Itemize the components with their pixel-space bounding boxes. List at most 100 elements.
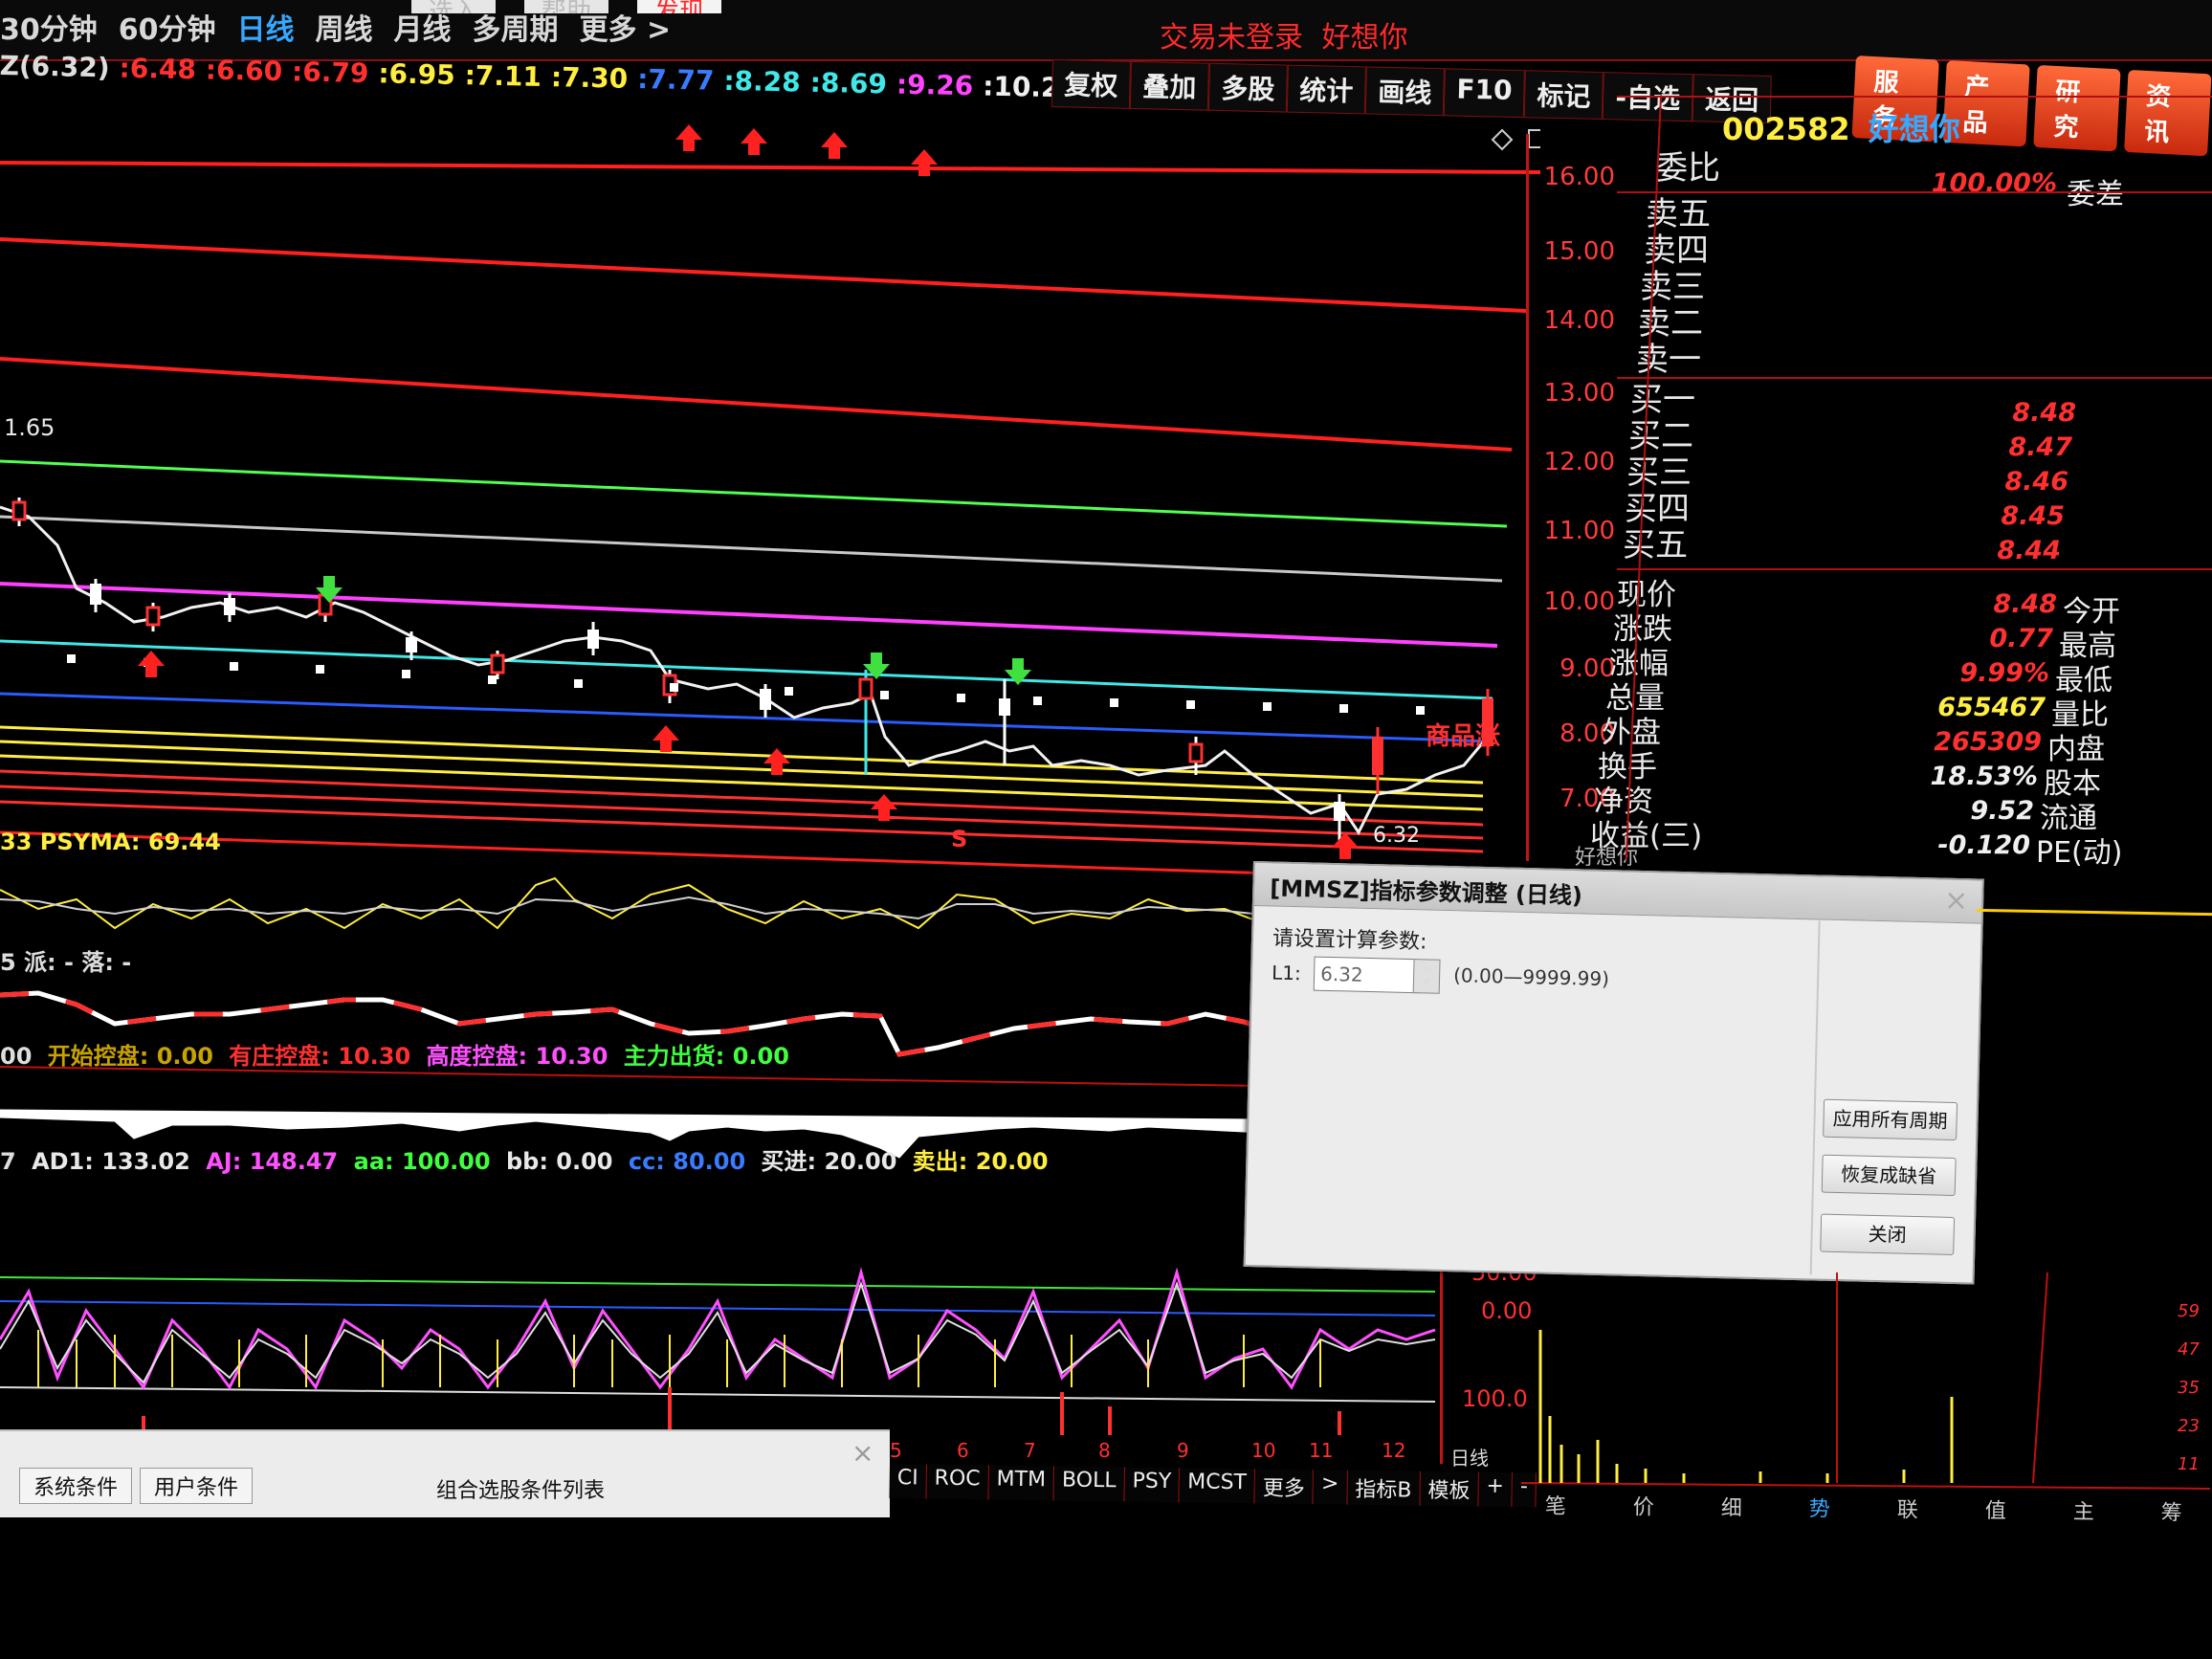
tick-volume-chart (1521, 1272, 2210, 1490)
tab-monthly[interactable]: 月线 (394, 6, 452, 48)
date-tick: 10 (1251, 1439, 1276, 1462)
restore-defaults-button[interactable]: 恢复成缺省 (1821, 1154, 1957, 1197)
aj-label: AJ: 148.47 (206, 1148, 339, 1175)
signal-arrows (138, 124, 1359, 859)
right-edge-scale: 59 47 35 23 11 (2178, 1301, 2212, 1493)
date-tick: 7 (1024, 1439, 1036, 1462)
apply-all-periods-button[interactable]: 应用所有周期 (1823, 1098, 1958, 1141)
tab-weekly[interactable]: 周线 (316, 6, 373, 48)
indicator-tab[interactable]: > (1313, 1470, 1348, 1505)
level-line (0, 459, 1508, 528)
buy5-label: 买五 (1623, 526, 1688, 564)
toolbar-fuquan[interactable]: 复权 (1051, 59, 1131, 109)
stat-value: -0.120 (1937, 830, 2030, 860)
indicator-tab[interactable]: BOLL (1053, 1466, 1125, 1502)
bb-label: bb: 0.00 (505, 1148, 613, 1175)
y-tick: 16.00 (1543, 163, 1615, 191)
quote-detail-tab[interactable]: 主 (2040, 1494, 2128, 1526)
close-button[interactable]: 关闭 (1820, 1213, 1956, 1256)
right-yellow-line (1976, 908, 2212, 917)
indicator-tab[interactable]: ROC (926, 1464, 989, 1500)
oscillator-spikes (37, 1330, 1321, 1387)
stat-value: 18.53% (1930, 762, 2038, 791)
price-level-value: :8.28 (723, 64, 802, 99)
y-tick: 14.00 (1543, 306, 1615, 335)
kaishi-label: 开始控盘: 0.00 (47, 1043, 213, 1070)
tick-divider (2032, 1272, 2048, 1484)
close-icon[interactable]: × (852, 1437, 874, 1469)
toolbar-overlay[interactable]: 叠加 (1129, 60, 1209, 111)
indicator-tab[interactable]: 更多 (1254, 1469, 1315, 1505)
levels-prefix: Z(6.32) (0, 50, 110, 84)
control-labels: 00 开始控盘: 0.00 有庄控盘: 10.30 高度控盘: 10.30 主力… (0, 1037, 789, 1071)
indicator-tab[interactable]: MTM (988, 1465, 1055, 1501)
buy-arrow-icon (653, 725, 679, 752)
gaodu-label: 高度控盘: 10.30 (426, 1043, 608, 1070)
quote-detail-tab[interactable]: 值 (1952, 1493, 2040, 1525)
ad1-label: AD1: 133.02 (32, 1148, 190, 1175)
diamond-icon (1491, 128, 1514, 151)
psyma-line (0, 896, 1264, 920)
stat-value: 655467 (1937, 693, 2046, 722)
indicator-tab[interactable]: PSY (1124, 1467, 1181, 1503)
weibi-label: 委比 (1655, 149, 1720, 188)
aa-label: aa: 100.00 (353, 1148, 491, 1175)
tab-multi-period[interactable]: 多周期 (473, 6, 559, 48)
price-level-value: :7.30 (550, 61, 629, 95)
stat-value: 9.99% (1959, 658, 2049, 688)
edge-scale-number: 47 (2178, 1339, 2200, 1360)
buy3-price: 8.46 (2004, 467, 2068, 497)
indicator-tab[interactable]: + (1478, 1471, 1514, 1508)
tick-bars (1538, 1330, 1954, 1483)
level-line (0, 161, 1540, 174)
price-level-value: :6.60 (205, 54, 283, 88)
tab-30min[interactable]: 30分钟 (0, 6, 98, 48)
dialog-divider (1809, 920, 1821, 1275)
chevron-down-icon[interactable]: ▼ (1414, 975, 1439, 991)
price-level-value: :8.69 (809, 66, 888, 100)
login-status-text: 交易未登录 (1160, 21, 1303, 55)
login-status: 交易未登录 好想你 (1160, 13, 1408, 55)
price-level-value: :9.26 (896, 68, 974, 102)
y-tick: 13.00 (1543, 379, 1615, 408)
quote-detail-tab[interactable]: 细 (1688, 1491, 1776, 1522)
param-spinner[interactable]: ▲ ▼ (1412, 959, 1441, 994)
level-line (0, 785, 1484, 840)
quote-detail-tab[interactable]: 联 (1864, 1493, 1952, 1524)
stat-value: 265309 (1934, 727, 2042, 757)
cc-label: cc: 80.00 (628, 1148, 746, 1175)
tab-system-conditions[interactable]: 系统条件 (19, 1468, 133, 1504)
quote-detail-tab[interactable]: 笔 (1512, 1489, 1600, 1520)
indicator-tab[interactable]: CI (889, 1464, 927, 1499)
psy-label: 33 PSYMA: 69.44 (0, 829, 221, 855)
price-level-lines (0, 161, 1540, 882)
indicator-tab[interactable]: 指标B (1347, 1470, 1421, 1506)
tab-user-conditions[interactable]: 用户条件 (140, 1468, 254, 1504)
oscillator-baseline-white (0, 1386, 1436, 1403)
close-icon[interactable]: × (1944, 884, 1969, 918)
chevron-up-icon[interactable]: ▲ (1414, 960, 1439, 976)
date-tick: 11 (1309, 1439, 1334, 1462)
left-value-label: 1.65 (4, 414, 55, 441)
level-line (0, 800, 1484, 853)
stat-side-label: PE(动) (2036, 836, 2123, 870)
indicator-tab[interactable]: MCST (1179, 1468, 1256, 1504)
level-line (0, 237, 1527, 313)
date-tick: 8 (1098, 1439, 1111, 1462)
panel-separator (1617, 96, 2212, 98)
control-lead: 00 (0, 1043, 33, 1070)
quote-detail-tab[interactable]: 筹 (2128, 1495, 2212, 1527)
tab-60min[interactable]: 60分钟 (119, 6, 216, 48)
buy-arrow-icon (138, 651, 165, 677)
quote-detail-tab[interactable]: 价 (1600, 1490, 1688, 1521)
indicator-tabs: CI ROC MTM BOLL PSY MCST 更多 > 指标B 模板 + - (889, 1464, 1537, 1508)
quote-detail-tab[interactable]: 势 (1776, 1492, 1864, 1523)
stock-screener-panel: 系统条件 用户条件 组合选股条件列表 × (0, 1429, 890, 1517)
price-level-value: :6.79 (291, 55, 369, 90)
edge-scale-number: 11 (2178, 1454, 2200, 1474)
param-l1-input[interactable] (1313, 956, 1420, 994)
buy-arrow-icon (675, 124, 702, 151)
tab-daily[interactable]: 日线 (237, 6, 295, 48)
indicator-tab[interactable]: 模板 (1420, 1471, 1479, 1507)
tab-more[interactable]: 更多 > (580, 6, 672, 48)
